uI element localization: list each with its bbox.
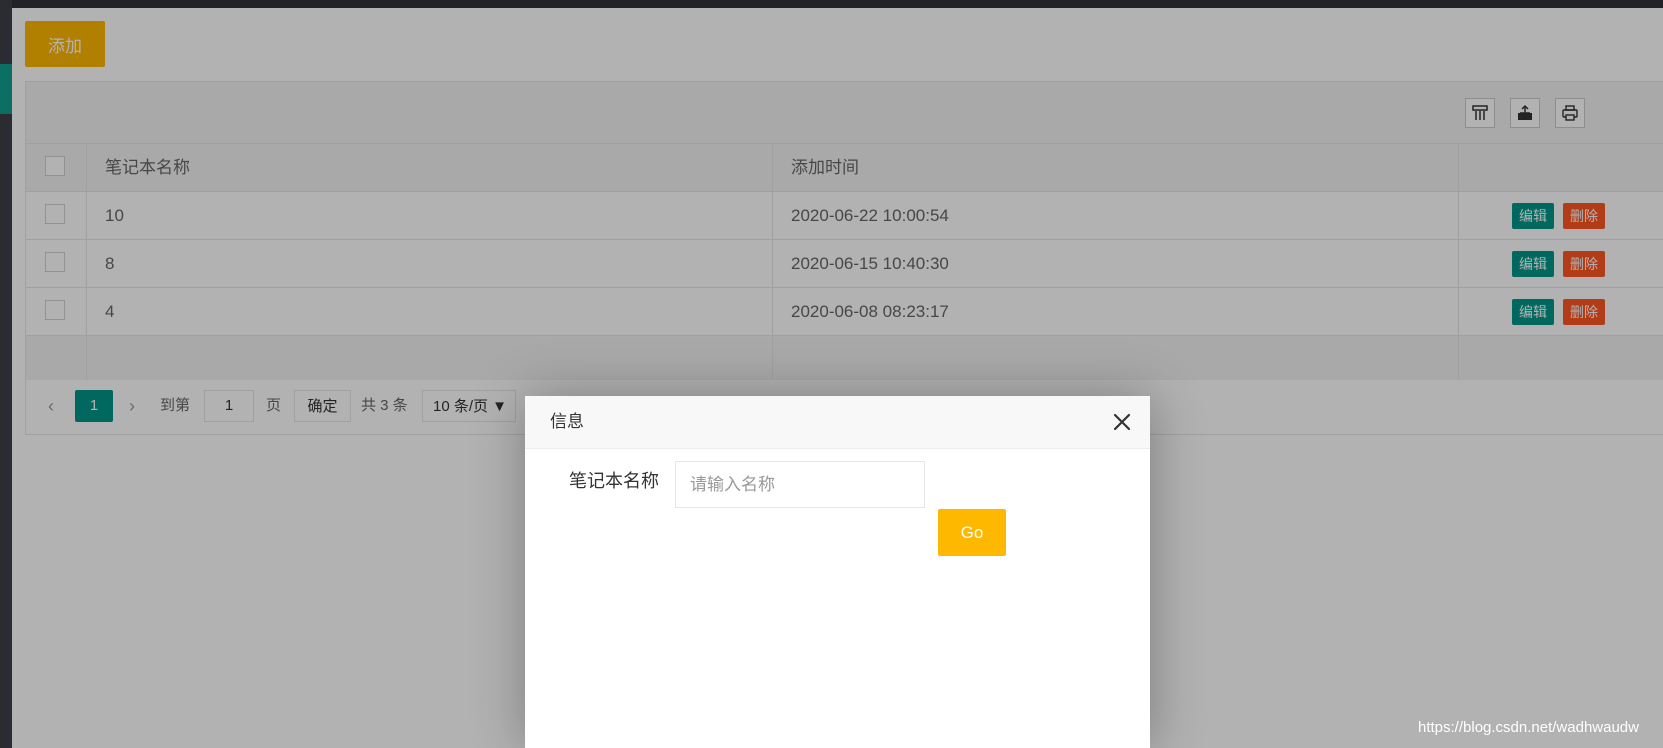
watermark-text: https://blog.csdn.net/wadhwaudw bbox=[1418, 719, 1639, 736]
notebook-name-label: 笔记本名称 bbox=[569, 471, 659, 491]
notebook-name-input[interactable] bbox=[675, 461, 925, 508]
info-dialog: 信息 笔记本名称 Go bbox=[525, 396, 1150, 748]
dialog-title: 信息 bbox=[550, 412, 584, 431]
go-button[interactable]: Go bbox=[938, 509, 1006, 556]
dialog-header: 信息 bbox=[525, 396, 1150, 449]
close-icon[interactable] bbox=[1110, 410, 1134, 434]
